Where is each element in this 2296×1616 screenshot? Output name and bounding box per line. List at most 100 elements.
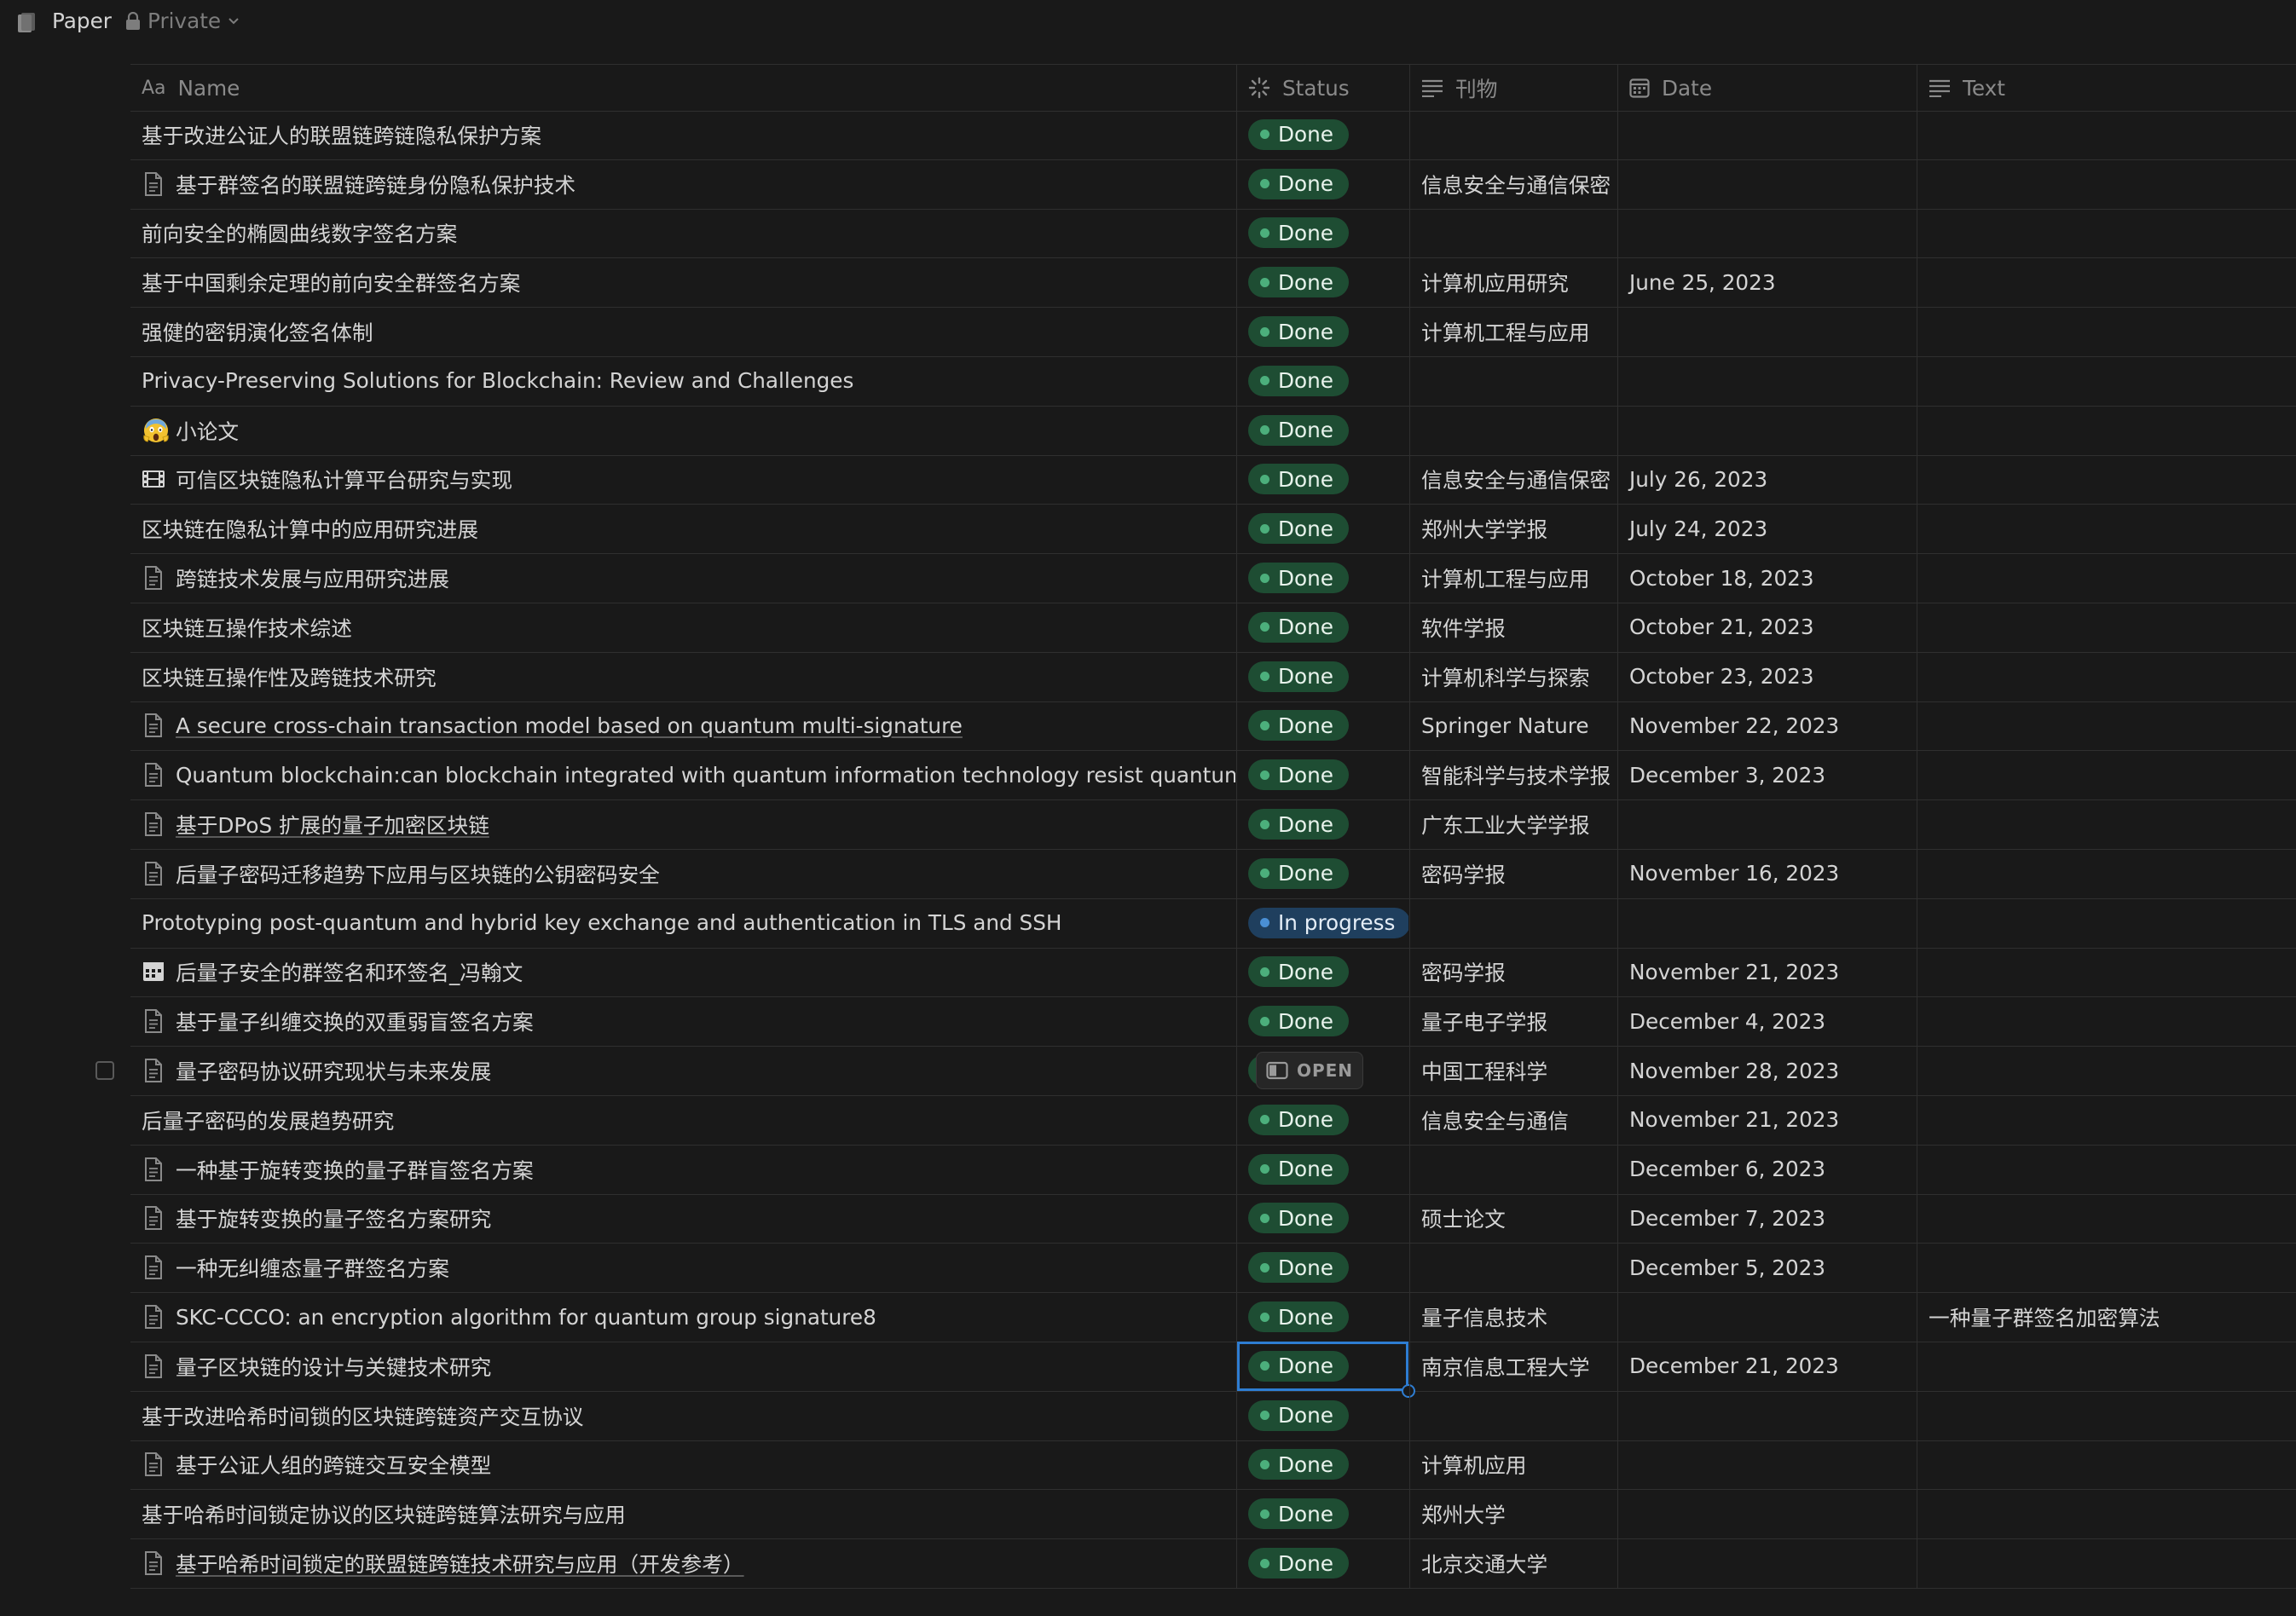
cell-date[interactable] bbox=[1617, 897, 1916, 948]
cell-status[interactable]: Done bbox=[1236, 405, 1408, 455]
cell-date[interactable] bbox=[1617, 799, 1916, 849]
cell-text[interactable] bbox=[1917, 159, 2296, 209]
status-badge[interactable]: Done bbox=[1248, 1350, 1349, 1382]
cell-text[interactable] bbox=[1917, 1144, 2296, 1194]
table-row[interactable]: 跨链技术发展与应用研究进展 Done 计算机工程与应用 October 18, 202… bbox=[130, 553, 2296, 603]
cell-name[interactable]: 基于哈希时间锁定的联盟链跨链技术研究与应用（开发参考） bbox=[130, 1538, 1235, 1588]
cell-date[interactable] bbox=[1617, 1292, 1916, 1342]
cell-publication[interactable]: 计算机工程与应用 bbox=[1409, 553, 1616, 603]
cell-name[interactable]: 后量子密码的发展趋势研究 bbox=[130, 1095, 1235, 1145]
cell-date[interactable]: October 23, 2023 bbox=[1617, 651, 1916, 701]
cell-status[interactable]: Done bbox=[1236, 1095, 1408, 1145]
cell-name[interactable]: 基于中国剩余定理的前向安全群签名方案 bbox=[130, 257, 1235, 307]
table-row[interactable]: 基于哈希时间锁定的联盟链跨链技术研究与应用（开发参考） Done 北京交通大学 bbox=[130, 1538, 2296, 1589]
table-row[interactable]: Prototyping post-quantum and hybrid key … bbox=[130, 897, 2296, 949]
status-badge[interactable]: Done bbox=[1248, 611, 1349, 643]
cell-date[interactable]: December 21, 2023 bbox=[1617, 1342, 1916, 1391]
table-row[interactable]: 一种无纠缠态量子群签名方案 Done December 5, 2023 bbox=[130, 1243, 2296, 1294]
cell-publication[interactable]: 广东工业大学学报 bbox=[1409, 799, 1616, 849]
status-badge[interactable]: Done bbox=[1248, 168, 1349, 199]
row-title[interactable]: 基于公证人组的跨链交互安全模型 bbox=[176, 1449, 491, 1480]
status-badge[interactable]: Done bbox=[1248, 1252, 1349, 1284]
cell-publication[interactable]: 密码学报 bbox=[1409, 947, 1616, 997]
cell-name[interactable]: 基于公证人组的跨链交互安全模型 bbox=[130, 1440, 1235, 1490]
cell-text[interactable] bbox=[1917, 356, 2296, 406]
column-header-text[interactable]: Text bbox=[1917, 65, 2296, 111]
cell-date[interactable]: October 18, 2023 bbox=[1617, 553, 1916, 603]
cell-text[interactable] bbox=[1917, 651, 2296, 701]
status-badge[interactable]: Done bbox=[1248, 464, 1349, 495]
status-badge[interactable]: In progress bbox=[1248, 907, 1408, 938]
cell-text[interactable] bbox=[1917, 1538, 2296, 1588]
status-badge[interactable]: Done bbox=[1248, 956, 1349, 988]
cell-publication[interactable]: 智能科学与技术学报 bbox=[1409, 750, 1616, 800]
column-header-publication[interactable]: 刊物 bbox=[1409, 65, 1616, 111]
cell-name[interactable]: 一种无纠缠态量子群签名方案 bbox=[130, 1243, 1235, 1292]
cell-publication[interactable]: 量子电子学报 bbox=[1409, 996, 1616, 1047]
cell-status[interactable]: Done bbox=[1236, 307, 1408, 356]
table-row[interactable]: 后量子安全的群签名和环签名_冯翰文 Done 密码学报 November 21, 20… bbox=[130, 947, 2296, 998]
cell-publication[interactable]: Springer Nature bbox=[1409, 701, 1616, 751]
cell-publication[interactable]: 计算机工程与应用 bbox=[1409, 307, 1616, 356]
cell-text[interactable] bbox=[1917, 750, 2296, 800]
cell-date[interactable]: December 4, 2023 bbox=[1617, 996, 1916, 1047]
cell-status[interactable]: Done bbox=[1236, 996, 1408, 1047]
cell-text[interactable] bbox=[1917, 208, 2296, 258]
cell-status[interactable]: Done bbox=[1236, 504, 1408, 554]
row-title[interactable]: 跨链技术发展与应用研究进展 bbox=[176, 563, 449, 593]
cell-publication[interactable] bbox=[1409, 1144, 1616, 1194]
cell-status[interactable]: In progress bbox=[1236, 897, 1408, 948]
cell-text[interactable] bbox=[1917, 849, 2296, 898]
table-row[interactable]: 基于旋转变换的量子签名方案研究 Done 硕士论文 December 7, 2023 bbox=[130, 1193, 2296, 1244]
cell-status[interactable]: Done bbox=[1236, 1390, 1408, 1440]
cell-date[interactable]: November 21, 2023 bbox=[1617, 1095, 1916, 1145]
cell-publication[interactable] bbox=[1409, 356, 1616, 406]
table-row[interactable]: 基于中国剩余定理的前向安全群签名方案 Done 计算机应用研究 June 25, 20… bbox=[130, 257, 2296, 309]
status-badge[interactable]: Done bbox=[1248, 857, 1349, 889]
row-title[interactable]: Privacy-Preserving Solutions for Blockch… bbox=[142, 368, 853, 393]
column-header-name[interactable]: Aa Name bbox=[130, 65, 1235, 111]
row-title[interactable]: 一种基于旋转变换的量子群盲签名方案 bbox=[176, 1154, 534, 1185]
cell-date[interactable]: December 7, 2023 bbox=[1617, 1193, 1916, 1244]
cell-publication[interactable] bbox=[1409, 1243, 1616, 1293]
cell-publication[interactable]: 信息安全与通信保密 bbox=[1409, 159, 1616, 209]
cell-text[interactable] bbox=[1917, 504, 2296, 554]
cell-status[interactable]: Done bbox=[1236, 1538, 1408, 1588]
cell-name[interactable]: 区块链互操作性及跨链技术研究 bbox=[130, 652, 1235, 701]
cell-date[interactable] bbox=[1617, 208, 1916, 258]
table-row[interactable]: 基于群签名的联盟链跨链身份隐私保护技术 Done 信息安全与通信保密 bbox=[130, 159, 2296, 210]
table-row[interactable]: 基于改进公证人的联盟链跨链隐私保护方案 Done bbox=[130, 110, 2296, 160]
row-title[interactable]: 一种无纠缠态量子群签名方案 bbox=[176, 1252, 449, 1283]
status-badge[interactable]: Done bbox=[1248, 365, 1349, 396]
table-row[interactable]: 可信区块链隐私计算平台研究与实现 Done 信息安全与通信保密 July 26, 20… bbox=[130, 454, 2296, 505]
row-title[interactable]: A secure cross-chain transaction model b… bbox=[176, 713, 963, 738]
row-title[interactable]: 基于改进公证人的联盟链跨链隐私保护方案 bbox=[142, 119, 541, 150]
cell-status[interactable]: Done bbox=[1236, 750, 1408, 800]
cell-name[interactable]: 区块链在隐私计算中的应用研究进展 bbox=[130, 504, 1235, 553]
cell-text[interactable] bbox=[1917, 110, 2296, 159]
cell-name[interactable]: 前向安全的椭圆曲线数字签名方案 bbox=[130, 209, 1235, 258]
cell-name[interactable]: Quantum blockchain:can blockchain integr… bbox=[130, 750, 1235, 799]
row-title[interactable]: 基于哈希时间锁定协议的区块链跨链算法研究与应用 bbox=[142, 1498, 626, 1529]
page-title[interactable]: Paper bbox=[52, 9, 112, 33]
cell-publication[interactable]: 信息安全与通信保密 bbox=[1409, 454, 1616, 505]
cell-text[interactable] bbox=[1917, 1095, 2296, 1145]
cell-date[interactable] bbox=[1617, 1489, 1916, 1539]
row-title[interactable]: 基于量子纠缠交换的双重弱盲签名方案 bbox=[176, 1006, 534, 1036]
cell-name[interactable]: 基于DPoS 扩展的量子加密区块链 bbox=[130, 799, 1235, 849]
cell-name[interactable]: 可信区块链隐私计算平台研究与实现 bbox=[130, 455, 1235, 505]
status-badge[interactable]: Done bbox=[1248, 1153, 1349, 1185]
cell-text[interactable] bbox=[1917, 1440, 2296, 1490]
cell-name[interactable]: 基于群签名的联盟链跨链身份隐私保护技术 bbox=[130, 159, 1235, 209]
table-row[interactable]: 一种基于旋转变换的量子群盲签名方案 Done December 6, 2023 bbox=[130, 1144, 2296, 1195]
cell-publication[interactable]: 计算机应用研究 bbox=[1409, 257, 1616, 308]
table-row[interactable]: 后量子密码的发展趋势研究 Done 信息安全与通信 November 21, 2023 bbox=[130, 1095, 2296, 1146]
cell-status[interactable]: Done bbox=[1236, 257, 1408, 308]
cell-text[interactable] bbox=[1917, 553, 2296, 603]
cell-publication[interactable]: 南京信息工程大学 bbox=[1409, 1342, 1616, 1391]
row-title[interactable]: 可信区块链隐私计算平台研究与实现 bbox=[176, 464, 512, 494]
row-title[interactable]: 基于旋转变换的量子签名方案研究 bbox=[176, 1203, 491, 1233]
status-badge[interactable]: Done bbox=[1248, 267, 1349, 298]
cell-text[interactable] bbox=[1917, 257, 2296, 308]
status-badge[interactable]: Done bbox=[1248, 1498, 1349, 1530]
